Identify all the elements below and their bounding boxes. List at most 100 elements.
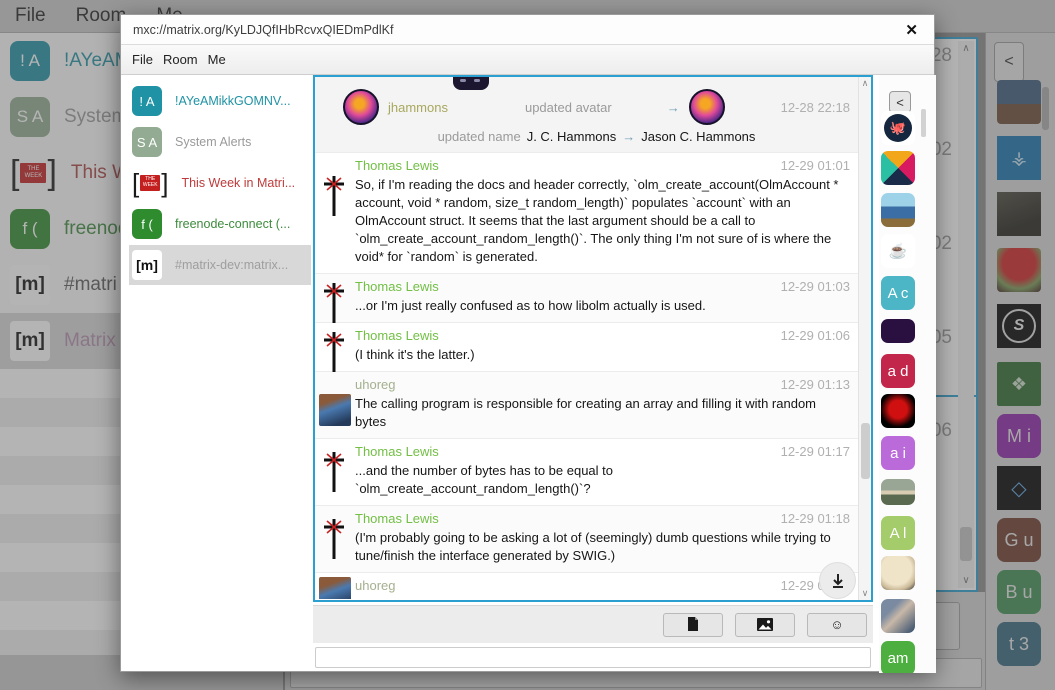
coffee-mug-avatar[interactable]: ☕ [881, 234, 915, 268]
room-avatar-label: S A [137, 135, 157, 150]
demon-art-avatar[interactable] [881, 394, 915, 428]
attach-image-button[interactable] [735, 613, 795, 637]
clipped-avatar [453, 77, 489, 90]
message-row: Thomas Lewis12-29 01:18 (I'm probably go… [315, 506, 858, 573]
scroll-to-bottom-button[interactable] [820, 563, 855, 598]
message-text: ...and the number of bytes has to be equ… [355, 462, 850, 498]
cross-avatar[interactable] [323, 518, 345, 563]
message-row: Thomas Lewis 12-29 01:03 ...or I'm just r… [315, 274, 858, 323]
room-item-label: This Week in Matri... [181, 176, 295, 190]
message-timestamp: 12-29 01:06 [781, 328, 850, 343]
message-timestamp: 12-29 01:03 [781, 279, 850, 294]
scrollbar-thumb[interactable] [861, 423, 870, 479]
room-avatar: ! A [132, 86, 162, 116]
state-event-row: jhammons updated avatar → 12-28 22:18 up… [315, 77, 858, 153]
message-author[interactable]: Thomas Lewis [355, 444, 439, 459]
collapse-members-button[interactable]: < [889, 91, 911, 113]
dialog-titlebar[interactable]: mxc://matrix.org/KyLDJQfIHbRcvxQIEDmPdlK… [121, 15, 934, 45]
room-avatar: f ( [132, 209, 162, 239]
file-icon [687, 617, 699, 632]
download-arrow-icon [831, 573, 845, 589]
menu-room[interactable]: Room [163, 52, 198, 67]
dog-plush-avatar[interactable] [881, 556, 915, 590]
new-display-name: Jason C. Hammons [641, 129, 755, 144]
message-author[interactable]: jhammons [388, 100, 448, 115]
room-item[interactable]: S A System Alerts [129, 122, 311, 162]
message-input[interactable] [315, 647, 871, 668]
menu-me[interactable]: Me [208, 52, 226, 67]
room-item-label: !AYeAMikkGOMNV... [175, 94, 291, 108]
message-row: Thomas Lewis 12-29 01:17 ...and the numbe… [315, 439, 858, 506]
uhoreg-avatar[interactable] [319, 577, 351, 599]
github-octocat-avatar[interactable]: 🐙 [881, 111, 915, 145]
close-icon: ✕ [905, 22, 918, 39]
jhammons-avatar[interactable] [343, 89, 379, 125]
matrix-logo-avatar: [m] [132, 250, 162, 280]
attach-file-button[interactable] [663, 613, 723, 637]
smiley-icon: ☺ [830, 617, 843, 632]
message-text: ...or I'm just really confused as to how… [355, 297, 850, 315]
image-icon [757, 618, 773, 631]
message-timestamp: 12-29 01:17 [781, 444, 850, 459]
coffee-mug-icon: ☕ [889, 242, 908, 260]
state-action: updated name [438, 129, 521, 144]
close-button[interactable]: ✕ [901, 21, 922, 39]
dialog-menubar: File Room Me [121, 45, 934, 75]
screen: File Room Me ! A !AYeAM S A System [THE … [0, 0, 1055, 690]
menu-file[interactable]: File [132, 52, 153, 67]
this-week-in-matrix-avatar: [THE WEEK] [132, 170, 168, 196]
message-row: uhoreg12-29 01:23 [315, 573, 858, 599]
airplane-photo-avatar[interactable] [881, 193, 915, 227]
room-avatar-label: ! A [139, 94, 154, 109]
message-row: uhoreg 12-29 01:13 The calling program is… [315, 372, 858, 439]
color-diamonds-avatar[interactable] [881, 151, 915, 185]
message-timestamp: 12-28 22:18 [781, 100, 850, 115]
member-letter-avatar[interactable]: a d [881, 354, 915, 388]
message-text: (I think it's the latter.) [355, 346, 850, 364]
message-author[interactable]: uhoreg [355, 578, 395, 593]
cross-avatar[interactable] [323, 331, 345, 376]
scroll-down-arrow[interactable]: ∨ [859, 588, 871, 599]
message-author[interactable]: uhoreg [355, 377, 395, 392]
arrow-icon: → [667, 100, 680, 115]
message-author[interactable]: Thomas Lewis [355, 158, 439, 173]
message-text: The calling program is responsible for c… [355, 395, 850, 431]
scrollbar[interactable]: ∧ ∨ [858, 77, 871, 600]
member-letter-avatar[interactable]: A l [881, 516, 915, 550]
room-item-label: #matrix-dev:matrix... [175, 258, 288, 272]
room-avatar: S A [132, 127, 162, 157]
purple-banner-avatar[interactable] [881, 319, 915, 343]
state-action: updated avatar [525, 100, 612, 115]
room-item[interactable]: f ( freenode-connect (... [129, 204, 311, 244]
message-row: Thomas Lewis12-29 01:01 So, if I'm readi… [315, 153, 858, 274]
emoji-button[interactable]: ☺ [807, 613, 867, 637]
member-scrollbar-thumb[interactable] [921, 109, 926, 137]
message-timestamp: 12-29 01:13 [781, 377, 850, 392]
old-display-name: J. C. Hammons [527, 129, 617, 144]
member-list: < 🐙 ☕ A c a d a i A l am [879, 75, 936, 673]
room-list: ! A !AYeAMikkGOMNV... S A System Alerts … [121, 75, 313, 667]
message-author[interactable]: Thomas Lewis [355, 328, 439, 343]
landscape-photo-avatar[interactable] [881, 479, 915, 505]
screaming-face-avatar[interactable] [881, 599, 915, 633]
member-letter-avatar[interactable]: a i [881, 436, 915, 470]
uhoreg-avatar[interactable] [319, 394, 351, 426]
octocat-icon: 🐙 [884, 114, 912, 142]
cross-avatar[interactable] [323, 175, 345, 220]
jhammons-new-avatar[interactable] [689, 89, 725, 125]
chevron-left-icon: < [896, 95, 904, 110]
message-text: (I'm probably going to be asking a lot o… [355, 529, 850, 565]
member-letter-avatar[interactable]: am [881, 641, 915, 673]
message-author[interactable]: Thomas Lewis [355, 511, 439, 526]
scroll-up-arrow[interactable]: ∧ [859, 78, 871, 89]
media-dialog-window: mxc://matrix.org/KyLDJQfIHbRcvxQIEDmPdlK… [120, 14, 935, 672]
room-item-label: System Alerts [175, 135, 251, 149]
cross-avatar[interactable] [323, 282, 345, 327]
room-item[interactable]: [THE WEEK] This Week in Matri... [129, 163, 311, 203]
member-letter-avatar[interactable]: A c [881, 276, 915, 310]
message-author[interactable]: Thomas Lewis [355, 279, 439, 294]
room-item[interactable]: ! A !AYeAMikkGOMNV... [129, 81, 311, 121]
message-row: Thomas Lewis 12-29 01:06 (I think it's th… [315, 323, 858, 372]
room-item-selected[interactable]: [m] #matrix-dev:matrix... [129, 245, 311, 285]
cross-avatar[interactable] [323, 451, 345, 496]
